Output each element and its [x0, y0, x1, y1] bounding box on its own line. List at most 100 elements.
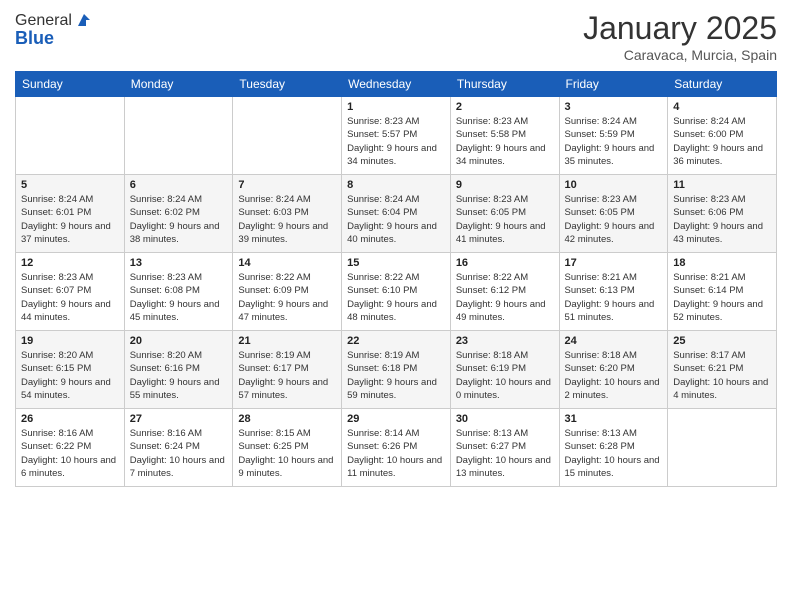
- day-info: Sunrise: 8:21 AMSunset: 6:13 PMDaylight:…: [565, 271, 663, 324]
- day-number: 23: [456, 335, 554, 347]
- calendar-week-row: 19 Sunrise: 8:20 AMSunset: 6:15 PMDayligh…: [16, 331, 777, 409]
- day-number: 31: [565, 413, 663, 425]
- title-block: January 2025 Caravaca, Murcia, Spain: [583, 10, 777, 63]
- day-info: Sunrise: 8:24 AMSunset: 5:59 PMDaylight:…: [565, 115, 663, 168]
- day-number: 7: [238, 179, 336, 191]
- day-number: 28: [238, 413, 336, 425]
- day-info: Sunrise: 8:23 AMSunset: 6:08 PMDaylight:…: [130, 271, 228, 324]
- day-info: Sunrise: 8:16 AMSunset: 6:24 PMDaylight:…: [130, 427, 228, 480]
- day-info: Sunrise: 8:24 AMSunset: 6:01 PMDaylight:…: [21, 193, 119, 246]
- day-number: 10: [565, 179, 663, 191]
- table-row: 7 Sunrise: 8:24 AMSunset: 6:03 PMDaylight…: [233, 175, 342, 253]
- day-number: 22: [347, 335, 445, 347]
- logo-blue-text: Blue: [15, 28, 54, 49]
- table-row: 18 Sunrise: 8:21 AMSunset: 6:14 PMDayligh…: [668, 253, 777, 331]
- table-row: 14 Sunrise: 8:22 AMSunset: 6:09 PMDayligh…: [233, 253, 342, 331]
- col-wednesday: Wednesday: [342, 72, 451, 97]
- day-number: 20: [130, 335, 228, 347]
- table-row: 3 Sunrise: 8:24 AMSunset: 5:59 PMDaylight…: [559, 97, 668, 175]
- day-info: Sunrise: 8:15 AMSunset: 6:25 PMDaylight:…: [238, 427, 336, 480]
- day-info: Sunrise: 8:24 AMSunset: 6:02 PMDaylight:…: [130, 193, 228, 246]
- day-info: Sunrise: 8:23 AMSunset: 6:05 PMDaylight:…: [565, 193, 663, 246]
- table-row: 10 Sunrise: 8:23 AMSunset: 6:05 PMDayligh…: [559, 175, 668, 253]
- calendar-week-row: 26 Sunrise: 8:16 AMSunset: 6:22 PMDayligh…: [16, 409, 777, 487]
- logo: General Blue: [15, 10, 94, 49]
- day-info: Sunrise: 8:23 AMSunset: 6:07 PMDaylight:…: [21, 271, 119, 324]
- logo-icon: [74, 10, 94, 30]
- table-row: 4 Sunrise: 8:24 AMSunset: 6:00 PMDaylight…: [668, 97, 777, 175]
- table-row: 17 Sunrise: 8:21 AMSunset: 6:13 PMDayligh…: [559, 253, 668, 331]
- calendar-table: Sunday Monday Tuesday Wednesday Thursday…: [15, 71, 777, 487]
- day-info: Sunrise: 8:24 AMSunset: 6:04 PMDaylight:…: [347, 193, 445, 246]
- day-info: Sunrise: 8:23 AMSunset: 6:06 PMDaylight:…: [673, 193, 771, 246]
- day-info: Sunrise: 8:23 AMSunset: 5:58 PMDaylight:…: [456, 115, 554, 168]
- table-row: 1 Sunrise: 8:23 AMSunset: 5:57 PMDaylight…: [342, 97, 451, 175]
- table-row: 12 Sunrise: 8:23 AMSunset: 6:07 PMDayligh…: [16, 253, 125, 331]
- table-row: [16, 97, 125, 175]
- day-number: 9: [456, 179, 554, 191]
- calendar-week-row: 12 Sunrise: 8:23 AMSunset: 6:07 PMDayligh…: [16, 253, 777, 331]
- table-row: 15 Sunrise: 8:22 AMSunset: 6:10 PMDayligh…: [342, 253, 451, 331]
- day-number: 5: [21, 179, 119, 191]
- table-row: 28 Sunrise: 8:15 AMSunset: 6:25 PMDayligh…: [233, 409, 342, 487]
- table-row: 21 Sunrise: 8:19 AMSunset: 6:17 PMDayligh…: [233, 331, 342, 409]
- table-row: 24Sunrise: 8:18 AMSunset: 6:20 PMDayligh…: [559, 331, 668, 409]
- day-number: 21: [238, 335, 336, 347]
- col-monday: Monday: [124, 72, 233, 97]
- day-info: Sunrise: 8:17 AMSunset: 6:21 PMDaylight:…: [673, 349, 771, 402]
- table-row: 16 Sunrise: 8:22 AMSunset: 6:12 PMDayligh…: [450, 253, 559, 331]
- table-row: 9Sunrise: 8:23 AMSunset: 6:05 PMDaylight…: [450, 175, 559, 253]
- day-number: 14: [238, 257, 336, 269]
- day-number: 19: [21, 335, 119, 347]
- day-info: Sunrise: 8:19 AMSunset: 6:18 PMDaylight:…: [347, 349, 445, 402]
- day-info: Sunrise: 8:18 AMSunset: 6:20 PMDaylight:…: [565, 349, 663, 402]
- day-info: Sunrise: 8:19 AMSunset: 6:17 PMDaylight:…: [238, 349, 336, 402]
- table-row: 8 Sunrise: 8:24 AMSunset: 6:04 PMDaylight…: [342, 175, 451, 253]
- day-info: Sunrise: 8:22 AMSunset: 6:12 PMDaylight:…: [456, 271, 554, 324]
- day-number: 17: [565, 257, 663, 269]
- col-friday: Friday: [559, 72, 668, 97]
- day-number: 15: [347, 257, 445, 269]
- table-row: 22 Sunrise: 8:19 AMSunset: 6:18 PMDayligh…: [342, 331, 451, 409]
- day-number: 3: [565, 101, 663, 113]
- day-info: Sunrise: 8:22 AMSunset: 6:09 PMDaylight:…: [238, 271, 336, 324]
- day-number: 12: [21, 257, 119, 269]
- day-number: 27: [130, 413, 228, 425]
- day-number: 18: [673, 257, 771, 269]
- table-row: 6 Sunrise: 8:24 AMSunset: 6:02 PMDaylight…: [124, 175, 233, 253]
- day-number: 16: [456, 257, 554, 269]
- table-row: 11 Sunrise: 8:23 AMSunset: 6:06 PMDayligh…: [668, 175, 777, 253]
- table-row: [124, 97, 233, 175]
- day-info: Sunrise: 8:13 AMSunset: 6:27 PMDaylight:…: [456, 427, 554, 480]
- day-info: Sunrise: 8:21 AMSunset: 6:14 PMDaylight:…: [673, 271, 771, 324]
- day-number: 2: [456, 101, 554, 113]
- day-number: 11: [673, 179, 771, 191]
- day-number: 25: [673, 335, 771, 347]
- table-row: 31 Sunrise: 8:13 AMSunset: 6:28 PMDayligh…: [559, 409, 668, 487]
- day-info: Sunrise: 8:23 AMSunset: 5:57 PMDaylight:…: [347, 115, 445, 168]
- table-row: [233, 97, 342, 175]
- calendar-week-row: 5 Sunrise: 8:24 AMSunset: 6:01 PMDaylight…: [16, 175, 777, 253]
- table-row: 19 Sunrise: 8:20 AMSunset: 6:15 PMDayligh…: [16, 331, 125, 409]
- day-number: 4: [673, 101, 771, 113]
- day-info: Sunrise: 8:22 AMSunset: 6:10 PMDaylight:…: [347, 271, 445, 324]
- day-number: 26: [21, 413, 119, 425]
- month-title: January 2025: [583, 10, 777, 47]
- table-row: 13 Sunrise: 8:23 AMSunset: 6:08 PMDayligh…: [124, 253, 233, 331]
- day-number: 6: [130, 179, 228, 191]
- day-info: Sunrise: 8:14 AMSunset: 6:26 PMDaylight:…: [347, 427, 445, 480]
- table-row: 2 Sunrise: 8:23 AMSunset: 5:58 PMDaylight…: [450, 97, 559, 175]
- day-info: Sunrise: 8:20 AMSunset: 6:15 PMDaylight:…: [21, 349, 119, 402]
- calendar-header-row: Sunday Monday Tuesday Wednesday Thursday…: [16, 72, 777, 97]
- table-row: 5 Sunrise: 8:24 AMSunset: 6:01 PMDaylight…: [16, 175, 125, 253]
- day-number: 8: [347, 179, 445, 191]
- day-info: Sunrise: 8:24 AMSunset: 6:03 PMDaylight:…: [238, 193, 336, 246]
- day-info: Sunrise: 8:24 AMSunset: 6:00 PMDaylight:…: [673, 115, 771, 168]
- table-row: 25 Sunrise: 8:17 AMSunset: 6:21 PMDayligh…: [668, 331, 777, 409]
- col-tuesday: Tuesday: [233, 72, 342, 97]
- day-number: 29: [347, 413, 445, 425]
- day-number: 13: [130, 257, 228, 269]
- day-info: Sunrise: 8:16 AMSunset: 6:22 PMDaylight:…: [21, 427, 119, 480]
- day-info: Sunrise: 8:13 AMSunset: 6:28 PMDaylight:…: [565, 427, 663, 480]
- day-number: 1: [347, 101, 445, 113]
